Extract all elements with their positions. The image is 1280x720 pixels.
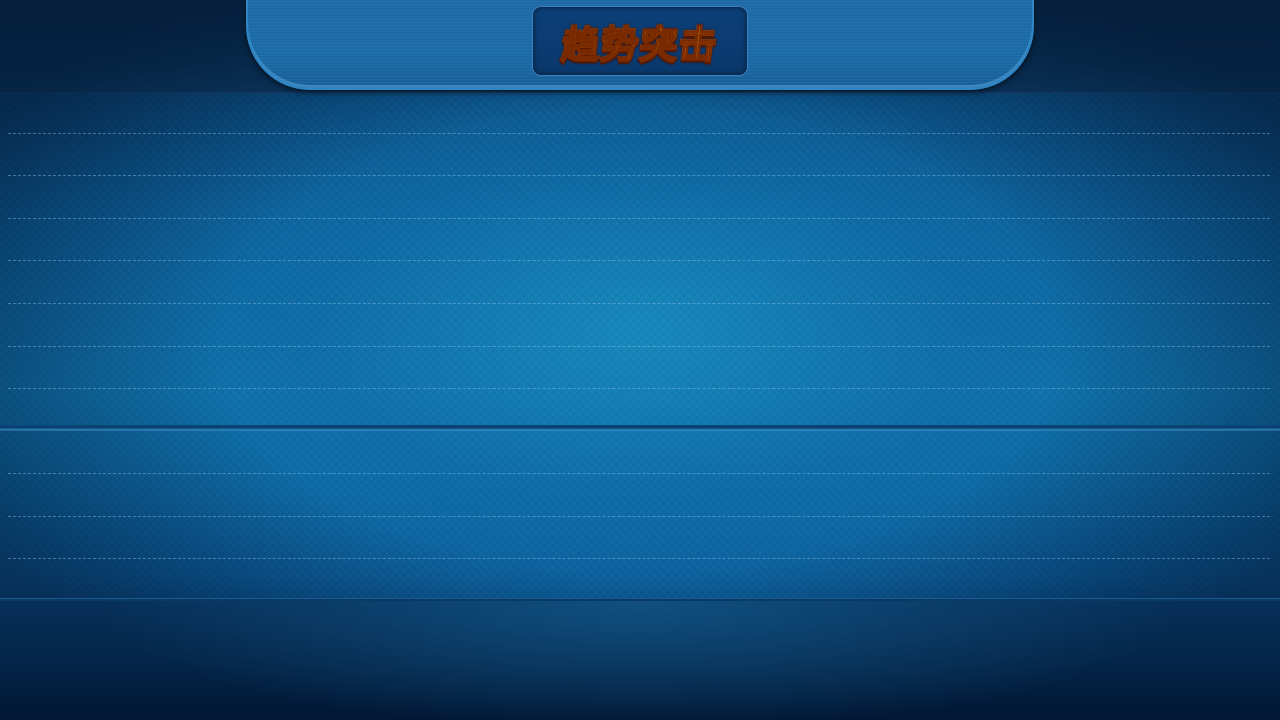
grid-line xyxy=(8,558,1270,559)
grid-line xyxy=(8,473,1270,474)
grid-line xyxy=(8,516,1270,517)
bottom-panel xyxy=(0,601,1280,720)
game-stage: 趋势突击 xyxy=(0,0,1280,720)
grid-line xyxy=(8,175,1270,176)
grid-line xyxy=(8,218,1270,219)
game-title: 趋势突击 xyxy=(559,14,721,69)
grid-line xyxy=(8,346,1270,347)
grid-line xyxy=(8,388,1270,389)
grid-line xyxy=(8,260,1270,261)
center-divider xyxy=(0,425,1280,430)
grid-line xyxy=(8,133,1270,134)
title-plate: 趋势突击 xyxy=(532,6,748,76)
grid-line xyxy=(8,303,1270,304)
